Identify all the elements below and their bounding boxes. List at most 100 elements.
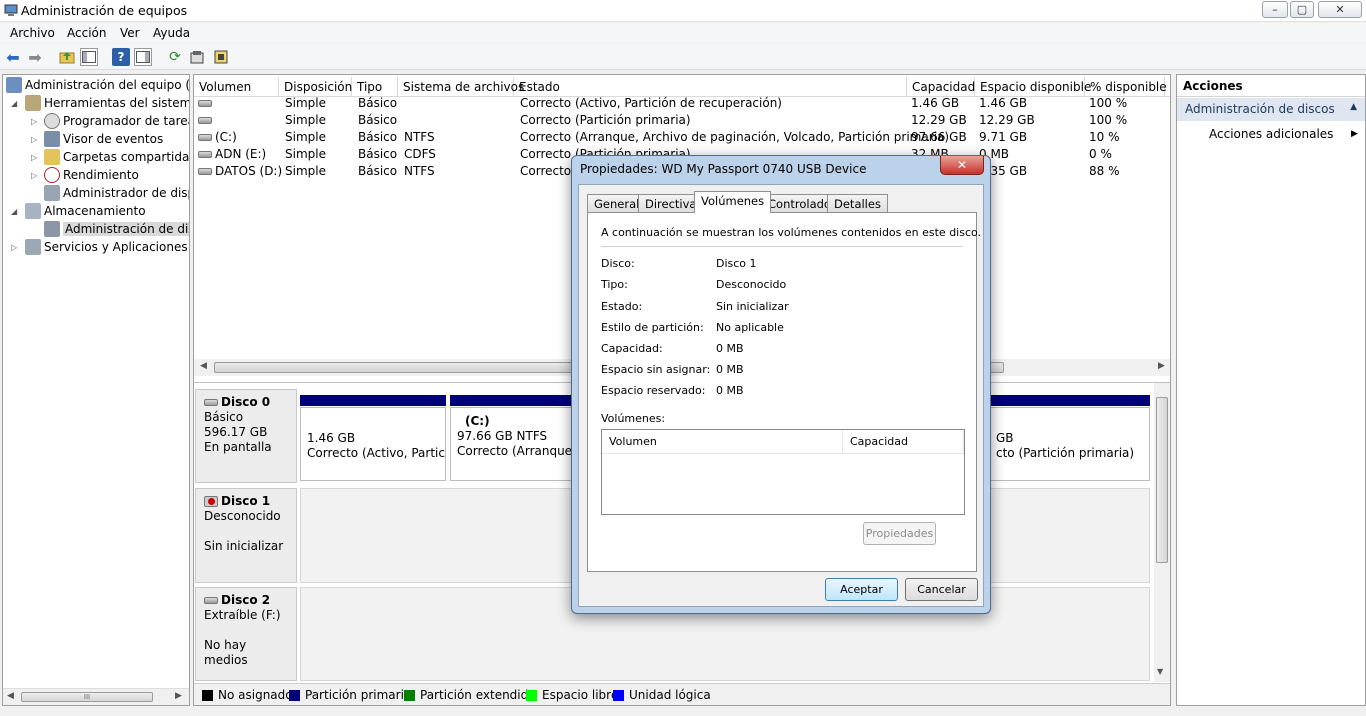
col-espacio-disponible[interactable]: Espacio disponible [975,77,1091,97]
computer-management-icon [6,77,22,93]
legend-item: Unidad lógica [613,688,711,702]
tools-icon [25,95,41,111]
tree-item-performance[interactable]: Rendimiento [44,166,139,184]
tree-horizontal-scrollbar[interactable]: ◀ III ▶ [3,688,189,705]
properties-icon[interactable] [188,48,206,66]
partition-c[interactable]: (C:) 97.66 GB NTFS Correcto (Arranque, A [450,407,580,481]
disk-icon [204,399,218,406]
volumes-label: Volúmenes: [601,412,666,425]
toolbar: ⬅ ➡ ? ⟳ [0,44,1366,70]
menu-archivo[interactable]: Archivo [10,26,55,40]
col-volumen[interactable]: Volumen [194,77,279,97]
maximize-button[interactable]: ▢ [1290,1,1314,18]
col-capacidad[interactable]: Capacidad [907,77,975,97]
disk-error-icon [204,496,218,507]
prop-value: 0 MB [716,384,744,397]
drive-icon [198,117,212,124]
back-icon[interactable]: ⬅ [4,48,22,67]
removable-disk-icon [204,597,218,604]
prop-value: No aplicable [716,321,784,334]
tree-item-root[interactable]: Administración del equipo (loc [6,76,189,94]
disk-view-scroll-thumb[interactable] [1156,397,1168,563]
submenu-arrow-icon[interactable]: ▶ [1351,129,1358,139]
ok-button[interactable]: Aceptar [825,578,898,601]
legend-swatch [526,689,537,701]
menu-ayuda[interactable]: Ayuda [153,26,190,40]
col-disposicion[interactable]: Disposición [279,77,352,97]
tree-item-disk-management[interactable]: Administración de disco [44,220,189,238]
disk-2-label[interactable]: Disco 2 Extraíble (F:) No hay medios [195,587,297,681]
tree-item-task-scheduler[interactable]: Programador de tareas [44,112,189,130]
more-actions-link[interactable]: Acciones adicionales [1209,127,1333,141]
col-estado[interactable]: Estado [514,77,907,97]
prop-value: 0 MB [716,363,744,376]
col-sistema-archivos[interactable]: Sistema de archivos [398,77,524,97]
scroll-down-icon[interactable]: ▼ [1157,667,1163,676]
tree-item-shared-folders[interactable]: Carpetas compartidas [44,148,189,166]
partition-recovery[interactable]: 1.46 GB Correcto (Activo, Partició [300,407,446,481]
title-bar: Administración de equipos – ▢ ✕ [0,0,1366,22]
volume-row[interactable]: (C:) Simple Básico NTFS Correcto (Arranq… [194,129,1170,146]
close-button[interactable]: ✕ [1318,1,1362,18]
partition-primary-right[interactable]: GB cto (Partición primaria) [990,407,1150,481]
export-icon[interactable] [212,48,230,66]
tree-item-storage[interactable]: Almacenamiento [25,202,146,220]
collapse-arrow-icon[interactable]: ◢ [11,99,17,108]
tree-item-device-manager[interactable]: Administrador de dispo [44,184,189,202]
tab-detalles[interactable]: Detalles [827,194,888,212]
actions-header: Acciones [1177,75,1365,97]
legend-item: Espacio libre [526,688,618,702]
minimize-button[interactable]: – [1262,1,1288,18]
expand-arrow-icon[interactable]: ▷ [31,153,37,162]
tab-volumenes[interactable]: Volúmenes [694,191,772,213]
services-icon [25,239,41,255]
scroll-left-icon[interactable]: ◀ [200,361,207,371]
refresh-icon[interactable]: ⟳ [166,48,184,66]
scroll-left-icon[interactable]: ◀ [7,691,14,701]
collapse-arrow-icon[interactable]: ◢ [11,207,17,216]
disk-0-label[interactable]: Disco 0 Básico 596.17 GB En pantalla [195,389,297,483]
show-tree-icon[interactable] [80,48,98,66]
volume-row[interactable]: Simple Básico Correcto (Activo, Partició… [194,95,1170,112]
disk-view-vertical-scrollbar[interactable]: ▼ [1154,383,1170,682]
scroll-right-icon[interactable]: ▶ [1158,361,1165,371]
cancel-button[interactable]: Cancelar [905,578,978,601]
forward-icon[interactable]: ➡ [26,48,44,67]
legend: No asignado Partición primaria Partición… [194,683,1170,705]
intro-text: A continuación se muestran los volúmenes… [601,226,982,239]
dialog-title: Propiedades: WD My Passport 0740 USB Dev… [580,162,867,176]
computer-management-icon [4,4,18,16]
properties-button[interactable]: Propiedades [863,522,936,545]
tree-item-system-tools[interactable]: Herramientas del sistema [25,94,189,112]
separator [601,246,963,247]
menu-ver[interactable]: Ver [120,26,140,40]
expand-arrow-icon[interactable]: ▷ [31,135,37,144]
col-tipo[interactable]: Tipo [352,77,398,97]
console-icon[interactable] [134,48,152,66]
prop-label: Capacidad: [601,342,663,355]
volume-row[interactable]: Simple Básico Correcto (Partición primar… [194,112,1170,129]
properties-dialog: Propiedades: WD My Passport 0740 USB Dev… [571,155,991,614]
col-porcentaje-disponible[interactable]: % disponible [1085,77,1167,97]
help-icon[interactable]: ? [112,48,130,66]
collapse-icon[interactable]: ▲ [1350,102,1357,112]
actions-section-disk-management[interactable]: Administración de discos ▲ [1177,98,1365,121]
tree-item-services[interactable]: Servicios y Aplicaciones [25,238,188,256]
expand-arrow-icon[interactable]: ▷ [11,243,17,252]
menu-accion[interactable]: Acción [67,26,106,40]
volumes-table[interactable]: Volumen Capacidad [601,429,965,515]
disk-1-label[interactable]: Disco 1 Desconocido Sin inicializar [195,488,297,583]
storage-icon [25,203,41,219]
up-folder-icon[interactable] [58,48,76,66]
prop-value: Sin inicializar [716,300,789,313]
prop-label: Estado: [601,300,643,313]
expand-arrow-icon[interactable]: ▷ [31,117,37,126]
legend-item: No asignado [202,688,293,702]
tree-item-event-viewer[interactable]: Visor de eventos [44,130,163,148]
tree-scroll-thumb[interactable]: III [21,692,153,702]
scroll-right-icon[interactable]: ▶ [175,691,182,701]
expand-arrow-icon[interactable]: ▷ [31,171,37,180]
col-capacidad[interactable]: Capacidad [843,430,964,454]
col-volumen[interactable]: Volumen [602,430,843,454]
dialog-close-button[interactable]: ✕ [940,156,984,175]
